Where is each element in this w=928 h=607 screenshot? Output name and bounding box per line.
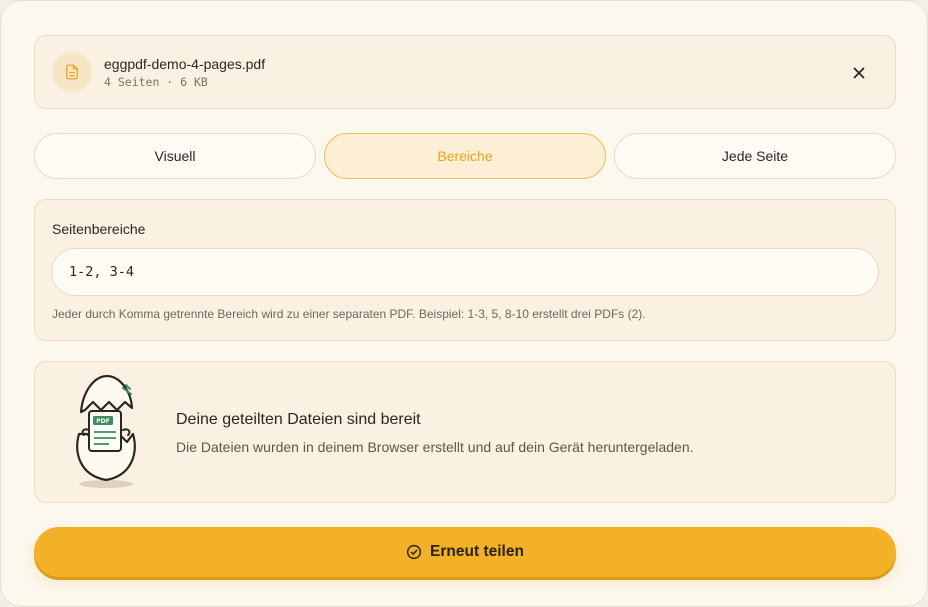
page-ranges-panel: Seitenbereiche 1-2, 3-4 Jeder durch Komm… [34, 199, 896, 341]
pdf-badge-text: PDF [96, 418, 109, 425]
result-title: Deine geteilten Dateien sind bereit [176, 411, 421, 428]
file-meta: 4 Seiten · 6 KB [104, 75, 208, 89]
split-again-button[interactable]: Erneut teilen [34, 527, 896, 577]
split-mode-tabs: Visuell Bereiche Jede Seite [34, 133, 896, 179]
file-text-icon [52, 52, 92, 92]
split-again-label: Erneut teilen [430, 543, 524, 560]
tab-jede-seite[interactable]: Jede Seite [614, 133, 896, 179]
result-description: Die Dateien wurden in deinem Browser ers… [176, 439, 694, 455]
check-circle-icon [406, 544, 422, 560]
selected-file-panel: eggpdf-demo-4-pages.pdf 4 Seiten · 6 KB [34, 35, 896, 109]
close-icon [853, 67, 865, 79]
page-ranges-hint: Jeder durch Komma getrennte Bereich wird… [52, 307, 646, 321]
page-ranges-input[interactable]: 1-2, 3-4 [51, 248, 879, 296]
tab-bereiche[interactable]: Bereiche [324, 133, 606, 179]
page-ranges-label: Seitenbereiche [52, 221, 146, 237]
remove-file-button[interactable] [849, 63, 869, 83]
result-panel: PDF Deine geteilten Dateien sind bereit … [34, 361, 896, 503]
file-name: eggpdf-demo-4-pages.pdf [104, 56, 266, 72]
split-card: eggpdf-demo-4-pages.pdf 4 Seiten · 6 KB … [0, 0, 928, 607]
tab-visuell[interactable]: Visuell [34, 133, 316, 179]
hatched-egg-illustration: PDF [76, 374, 136, 488]
